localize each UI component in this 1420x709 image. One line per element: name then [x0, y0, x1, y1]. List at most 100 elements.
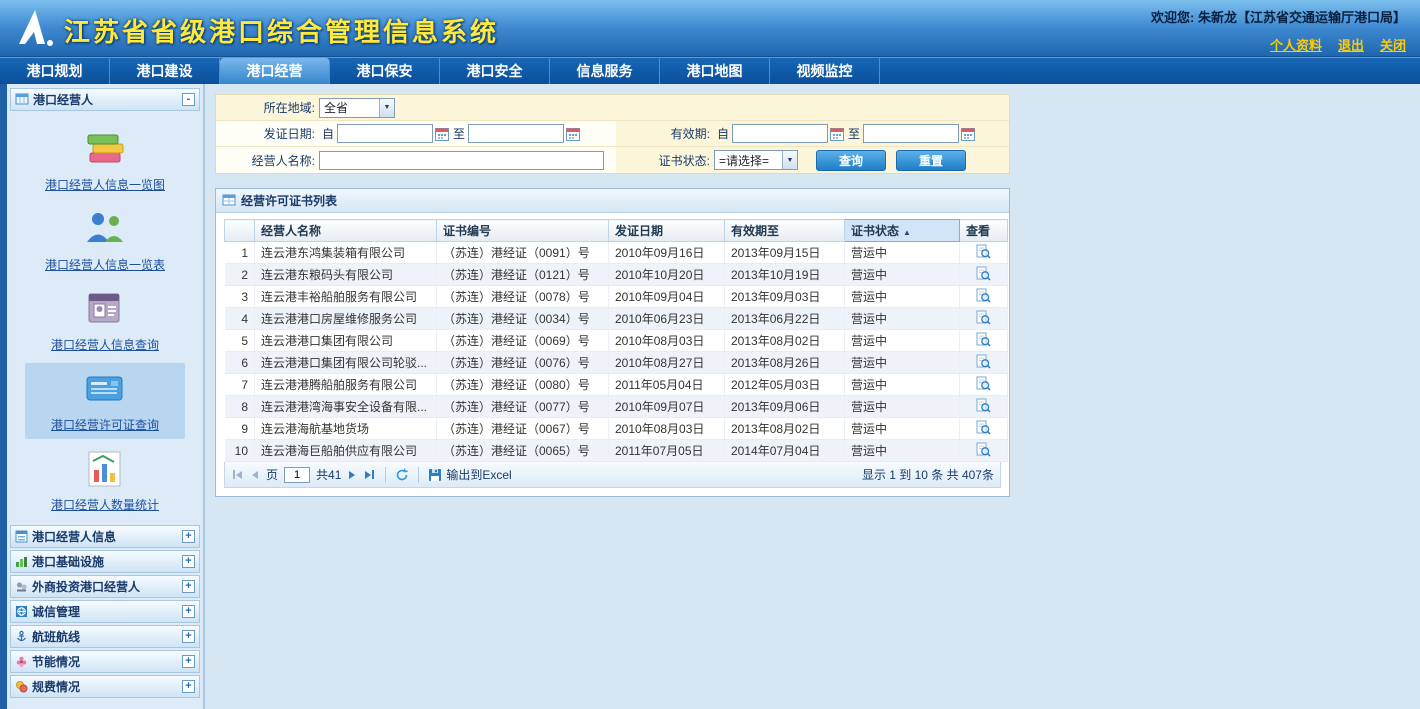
table-row[interactable]: 10连云港海巨船舶供应有限公司（苏连）港经证（0065）号2011年07月05日… — [225, 440, 1008, 462]
nav-tab-7[interactable]: 视频监控 — [770, 58, 880, 84]
sidebar-menu: 港口经营人信息一览图港口经营人信息一览表港口经营人信息查询港口经营许可证查询港口… — [10, 111, 200, 523]
table-row[interactable]: 2连云港东粮码头有限公司（苏连）港经证（0121）号2010年10月20日201… — [225, 264, 1008, 286]
expand-button[interactable]: + — [182, 530, 195, 543]
expand-button[interactable]: + — [182, 605, 195, 618]
sidebar-panel-1[interactable]: 港口基础设施+ — [10, 550, 200, 573]
nav-tab-3[interactable]: 港口保安 — [330, 58, 440, 84]
idcard-icon — [83, 289, 127, 331]
issue-date-from-input[interactable] — [337, 124, 433, 143]
cell-num: 5 — [225, 330, 255, 352]
table-row[interactable]: 8连云港港湾海事安全设备有限...（苏连）港经证（0077）号2010年09月0… — [225, 396, 1008, 418]
col-view[interactable]: 查看 — [960, 220, 1008, 242]
view-button[interactable] — [976, 266, 991, 281]
view-cell — [960, 352, 1008, 374]
header-link-2[interactable]: 关闭 — [1380, 38, 1406, 53]
first-page-button[interactable] — [231, 467, 244, 483]
sidebar-panel-title: 航班航线 — [32, 628, 182, 645]
issue-date-to-input[interactable] — [468, 124, 564, 143]
nav-tabs: 港口规划港口建设港口经营港口保安港口安全信息服务港口地图视频监控 — [0, 58, 1420, 84]
table-row[interactable]: 7连云港港腾船舶服务有限公司（苏连）港经证（0080）号2011年05月04日2… — [225, 374, 1008, 396]
col-issue-date[interactable]: 发证日期 — [609, 220, 725, 242]
expand-button[interactable]: + — [182, 630, 195, 643]
cell-name: 连云港港口房屋维修服务公司 — [255, 308, 437, 330]
next-page-button[interactable] — [347, 467, 357, 483]
validity-from-input[interactable] — [732, 124, 828, 143]
cert-status-select[interactable]: =请选择= ▼ — [714, 150, 798, 170]
sidebar-panel-6[interactable]: 规费情况+ — [10, 675, 200, 698]
nav-tab-4[interactable]: 港口安全 — [440, 58, 550, 84]
sidebar-panel-2[interactable]: 外商投资港口经营人+ — [10, 575, 200, 598]
view-button[interactable] — [976, 288, 991, 303]
total-pages-label: 共41 — [316, 466, 341, 483]
view-button[interactable] — [976, 354, 991, 369]
table-row[interactable]: 9连云港海航基地货场（苏连）港经证（0067）号2010年08月03日2013年… — [225, 418, 1008, 440]
view-button[interactable] — [976, 420, 991, 435]
sidebar-item-2[interactable]: 港口经营人信息查询 — [25, 283, 185, 359]
col-valid-to[interactable]: 有效期至 — [725, 220, 845, 242]
nav-tab-1[interactable]: 港口建设 — [110, 58, 220, 84]
prev-page-button[interactable] — [250, 467, 260, 483]
nav-tab-6[interactable]: 港口地图 — [660, 58, 770, 84]
sidebar: 港口经营人 - 港口经营人信息一览图港口经营人信息一览表港口经营人信息查询港口经… — [7, 84, 205, 709]
cell-issue_date: 2010年09月07日 — [609, 396, 725, 418]
col-operator-name[interactable]: 经营人名称 — [255, 220, 437, 242]
books-icon — [83, 129, 127, 171]
search-button[interactable]: 查询 — [816, 150, 886, 171]
header-links: 个人资料 退出 关闭 — [1254, 35, 1406, 54]
cell-issue_date: 2011年05月04日 — [609, 374, 725, 396]
reset-button[interactable]: 重置 — [896, 150, 966, 171]
page-input[interactable] — [284, 467, 310, 483]
col-rownum — [225, 220, 255, 242]
table-row[interactable]: 1连云港东鸿集装箱有限公司（苏连）港经证（0091）号2010年09月16日20… — [225, 242, 1008, 264]
nav-tab-2[interactable]: 港口经营 — [220, 58, 330, 84]
header-link-0[interactable]: 个人资料 — [1270, 38, 1322, 53]
region-select[interactable]: 全省 ▼ — [319, 98, 395, 118]
collapse-button[interactable]: - — [182, 93, 195, 106]
expand-button[interactable]: + — [182, 555, 195, 568]
nav-tab-0[interactable]: 港口规划 — [0, 58, 110, 84]
col-cert-no[interactable]: 证书编号 — [437, 220, 609, 242]
expand-button[interactable]: + — [182, 580, 195, 593]
calendar-icon[interactable] — [829, 126, 845, 142]
pagination-summary: 显示 1 到 10 条 共 407条 — [862, 466, 994, 483]
nav-tab-5[interactable]: 信息服务 — [550, 58, 660, 84]
header-link-1[interactable]: 退出 — [1338, 38, 1364, 53]
table-row[interactable]: 3连云港丰裕船舶服务有限公司（苏连）港经证（0078）号2010年09月04日2… — [225, 286, 1008, 308]
view-button[interactable] — [976, 398, 991, 413]
refresh-button[interactable] — [395, 468, 409, 482]
expand-button[interactable]: + — [182, 680, 195, 693]
validity-from-label: 自 — [717, 125, 729, 142]
sidebar-panel-operators[interactable]: 港口经营人 - — [10, 88, 200, 111]
validity-to-input[interactable] — [863, 124, 959, 143]
expand-button[interactable]: + — [182, 655, 195, 668]
cert-status-label: 证书状态: — [616, 152, 714, 169]
export-excel-button[interactable]: 输出到Excel — [428, 466, 511, 483]
table-row[interactable]: 4连云港港口房屋维修服务公司（苏连）港经证（0034）号2010年06月23日2… — [225, 308, 1008, 330]
last-page-button[interactable] — [363, 467, 376, 483]
sidebar-item-4[interactable]: 港口经营人数量统计 — [25, 443, 185, 519]
sidebar-panel-4[interactable]: 航班航线+ — [10, 625, 200, 648]
sidebar-panel-0[interactable]: 港口经营人信息+ — [10, 525, 200, 548]
view-button[interactable] — [976, 244, 991, 259]
sidebar-panel-3[interactable]: 诚信管理+ — [10, 600, 200, 623]
view-button[interactable] — [976, 376, 991, 391]
operator-name-input[interactable] — [319, 151, 604, 170]
calendar-icon[interactable] — [960, 126, 976, 142]
view-button[interactable] — [976, 332, 991, 347]
col-cert-status[interactable]: 证书状态▲ — [845, 220, 960, 242]
sidebar-item-3[interactable]: 港口经营许可证查询 — [25, 363, 185, 439]
sidebar-item-0[interactable]: 港口经营人信息一览图 — [25, 123, 185, 199]
calendar-icon[interactable] — [434, 126, 450, 142]
view-button[interactable] — [976, 310, 991, 325]
cell-valid_to: 2013年09月06日 — [725, 396, 845, 418]
table-row[interactable]: 6连云港港口集团有限公司轮驳...（苏连）港经证（0076）号2010年08月2… — [225, 352, 1008, 374]
sidebar-panel-5[interactable]: 节能情况+ — [10, 650, 200, 673]
sidebar-item-1[interactable]: 港口经营人信息一览表 — [25, 203, 185, 279]
table-row[interactable]: 5连云港港口集团有限公司（苏连）港经证（0069）号2010年08月03日201… — [225, 330, 1008, 352]
cert-table-body: 1连云港东鸿集装箱有限公司（苏连）港经证（0091）号2010年09月16日20… — [225, 242, 1008, 462]
view-button[interactable] — [976, 442, 991, 457]
cell-num: 7 — [225, 374, 255, 396]
sort-asc-icon: ▲ — [903, 228, 911, 237]
calendar-icon[interactable] — [565, 126, 581, 142]
cell-cert_no: （苏连）港经证（0080）号 — [437, 374, 609, 396]
